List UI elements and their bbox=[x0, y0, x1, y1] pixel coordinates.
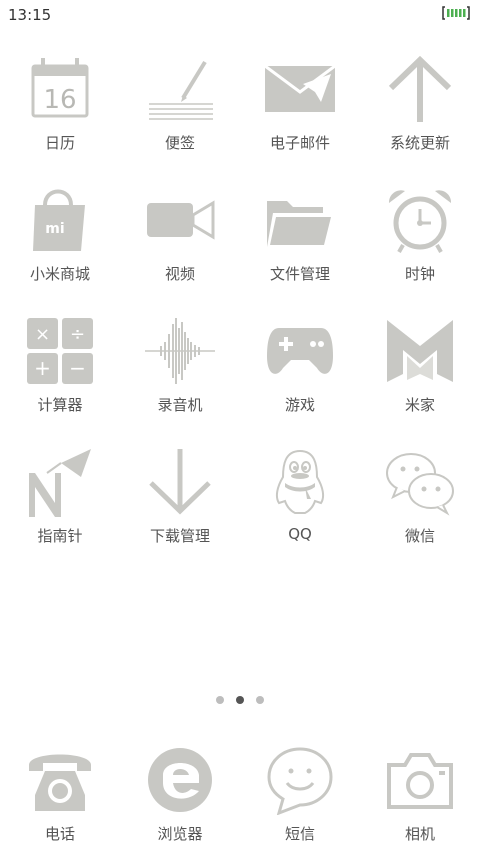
app-label: 相机 bbox=[404, 825, 435, 843]
qq-penguin-icon bbox=[275, 449, 325, 514]
app-row: 16 日历 便签 电子邮件 系统更新 bbox=[0, 48, 480, 179]
page-dot-active[interactable] bbox=[236, 696, 244, 704]
mi-store-bag-icon: mi bbox=[33, 189, 85, 251]
app-mi-store[interactable]: mi 小米商城 bbox=[0, 179, 120, 310]
mi-logo: mi bbox=[45, 221, 64, 237]
divide-symbol: ÷ bbox=[70, 324, 85, 345]
compass-icon bbox=[29, 449, 91, 517]
app-download-manager[interactable]: 下载管理 bbox=[120, 441, 240, 572]
app-label: 文件管理 bbox=[269, 265, 330, 283]
battery-icon bbox=[442, 6, 470, 20]
email-icon bbox=[265, 64, 335, 112]
dock-browser[interactable]: 浏览器 bbox=[120, 740, 240, 853]
mijia-m-icon bbox=[387, 320, 453, 382]
app-label: 米家 bbox=[404, 396, 435, 414]
app-label: 微信 bbox=[404, 527, 435, 545]
app-label: 游戏 bbox=[284, 396, 315, 414]
app-wechat[interactable]: 微信 bbox=[360, 441, 480, 572]
dock: 电话 浏览器 短信 相机 bbox=[0, 740, 480, 853]
app-row: 指南针 下载管理 QQ 微信 bbox=[0, 441, 480, 572]
status-bar: 13:15 bbox=[0, 0, 480, 30]
app-system-update[interactable]: 系统更新 bbox=[360, 48, 480, 179]
app-video[interactable]: 视频 bbox=[120, 179, 240, 310]
camera-icon bbox=[387, 753, 453, 809]
calendar-date: 16 bbox=[43, 85, 76, 115]
page-dot[interactable] bbox=[256, 696, 264, 704]
app-label: 计算器 bbox=[37, 396, 83, 414]
app-label: 录音机 bbox=[157, 396, 203, 414]
folder-icon bbox=[267, 201, 333, 247]
app-row: mi 小米商城 视频 文件管理 时钟 bbox=[0, 179, 480, 310]
page-dot[interactable] bbox=[216, 696, 224, 704]
page-indicator[interactable] bbox=[0, 696, 480, 704]
plus-symbol: + bbox=[34, 356, 51, 380]
video-camera-icon bbox=[147, 200, 215, 240]
app-compass[interactable]: 指南针 bbox=[0, 441, 120, 572]
update-arrow-icon bbox=[388, 55, 452, 122]
app-label: 电子邮件 bbox=[269, 134, 330, 152]
app-label: 短信 bbox=[284, 825, 315, 843]
minus-symbol: − bbox=[69, 356, 86, 380]
calendar-icon: 16 bbox=[31, 58, 89, 118]
app-label: 浏览器 bbox=[157, 825, 203, 843]
gamepad-icon bbox=[267, 328, 333, 374]
app-label: 日历 bbox=[44, 134, 75, 152]
app-label: 时钟 bbox=[404, 265, 435, 283]
dock-phone[interactable]: 电话 bbox=[0, 740, 120, 853]
app-email[interactable]: 电子邮件 bbox=[240, 48, 360, 179]
app-label: 下载管理 bbox=[149, 527, 210, 545]
alarm-clock-icon bbox=[388, 190, 452, 253]
multiply-symbol: × bbox=[35, 324, 50, 345]
app-label: 系统更新 bbox=[389, 134, 450, 152]
calculator-icon: × ÷ + − bbox=[27, 318, 93, 384]
sound-wave-icon bbox=[145, 318, 215, 384]
dock-camera[interactable]: 相机 bbox=[360, 740, 480, 853]
app-grid: 16 日历 便签 电子邮件 系统更新 mi 小米商城 视频 文件管理 时钟 × … bbox=[0, 48, 480, 572]
status-time: 13:15 bbox=[8, 6, 52, 24]
dock-messages[interactable]: 短信 bbox=[240, 740, 360, 853]
notes-icon bbox=[149, 60, 213, 120]
app-label: 小米商城 bbox=[29, 265, 90, 283]
app-label: 便签 bbox=[164, 134, 195, 152]
app-label: 电话 bbox=[44, 825, 75, 843]
app-calendar[interactable]: 16 日历 bbox=[0, 48, 120, 179]
app-clock[interactable]: 时钟 bbox=[360, 179, 480, 310]
app-mijia[interactable]: 米家 bbox=[360, 310, 480, 441]
wechat-icon bbox=[386, 453, 454, 516]
app-label: QQ bbox=[288, 525, 312, 543]
app-recorder[interactable]: 录音机 bbox=[120, 310, 240, 441]
app-row: × ÷ + − 计算器 录音机 游戏 米家 bbox=[0, 310, 480, 441]
smiley-message-icon bbox=[267, 747, 333, 815]
app-qq[interactable]: QQ bbox=[240, 441, 360, 572]
telephone-icon bbox=[29, 754, 91, 811]
app-label: 视频 bbox=[164, 265, 195, 283]
app-label: 指南针 bbox=[37, 527, 83, 545]
app-calculator[interactable]: × ÷ + − 计算器 bbox=[0, 310, 120, 441]
app-games[interactable]: 游戏 bbox=[240, 310, 360, 441]
download-arrow-icon bbox=[149, 449, 211, 515]
app-file-manager[interactable]: 文件管理 bbox=[240, 179, 360, 310]
app-notes[interactable]: 便签 bbox=[120, 48, 240, 179]
browser-e-icon bbox=[148, 748, 212, 812]
